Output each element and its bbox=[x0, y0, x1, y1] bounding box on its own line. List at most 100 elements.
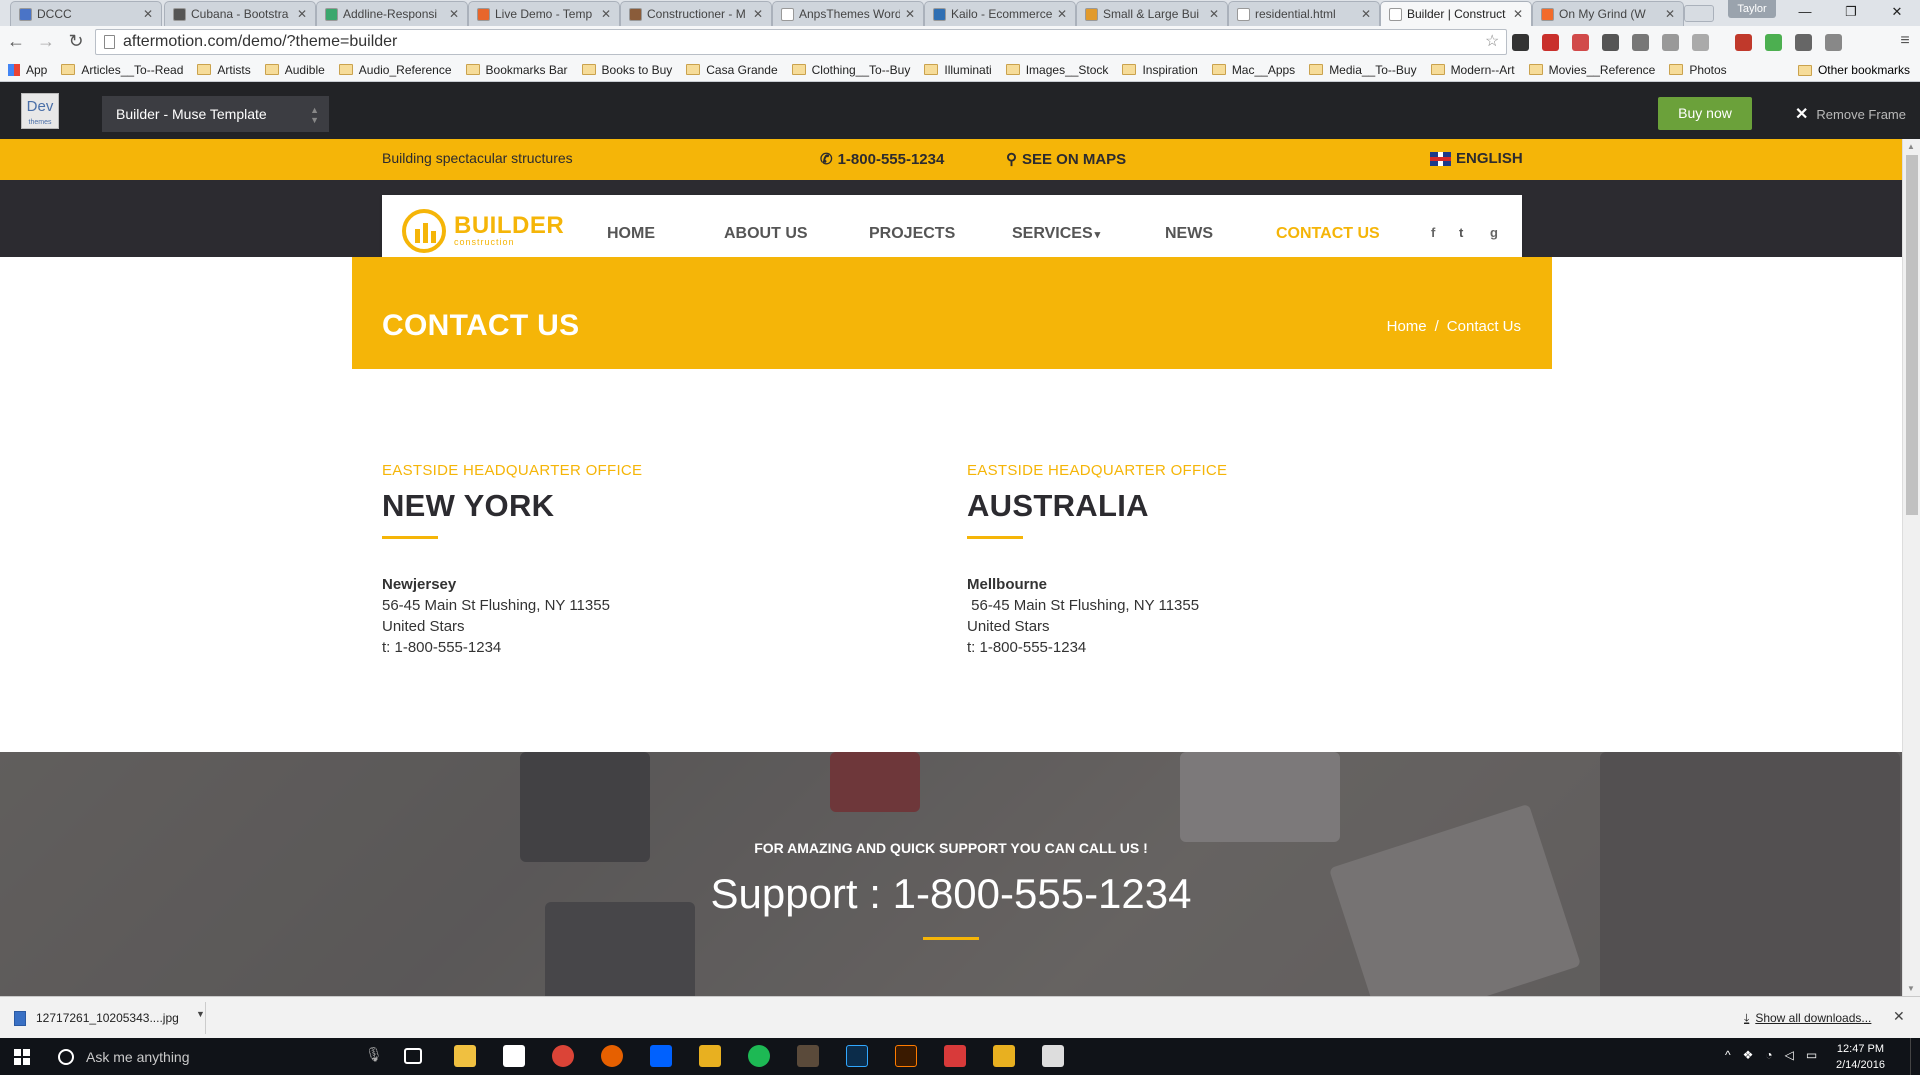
bookmark-item[interactable]: Books to Buy bbox=[581, 63, 672, 77]
browser-tab[interactable]: Builder | Construct ✕ bbox=[1380, 1, 1532, 26]
show-all-downloads-link[interactable]: ⤓ Show all downloads... bbox=[1744, 1011, 1871, 1026]
language-switcher[interactable]: ENGLISH bbox=[1430, 150, 1523, 167]
breadcrumb-home[interactable]: Home bbox=[1387, 318, 1427, 335]
buy-now-button[interactable]: Buy now bbox=[1658, 97, 1752, 130]
minimize-icon[interactable]: — bbox=[1782, 0, 1828, 26]
tab-close-icon[interactable]: ✕ bbox=[1209, 7, 1219, 21]
system-clock[interactable]: 12:47 PM 2/14/2016 bbox=[1836, 1041, 1885, 1073]
show-desktop-button[interactable] bbox=[1910, 1038, 1920, 1075]
nav-contact-us[interactable]: CONTACT US bbox=[1276, 225, 1380, 243]
spotify-icon[interactable] bbox=[748, 1045, 770, 1067]
bookmark-item[interactable]: Images__Stock bbox=[1005, 63, 1108, 77]
nav-about-us[interactable]: ABOUT US bbox=[724, 225, 808, 243]
task-view-icon[interactable] bbox=[404, 1048, 422, 1064]
app-icon[interactable] bbox=[797, 1045, 819, 1067]
dropbox-icon[interactable] bbox=[650, 1045, 672, 1067]
extension-icon[interactable] bbox=[1692, 34, 1709, 51]
facebook-icon[interactable]: f bbox=[1431, 225, 1435, 240]
dropbox-tray-icon[interactable]: ❖ bbox=[1743, 1048, 1754, 1062]
nav-home[interactable]: HOME bbox=[607, 225, 655, 243]
extension-icon[interactable] bbox=[1512, 34, 1529, 51]
extension-icon[interactable] bbox=[1662, 34, 1679, 51]
close-window-icon[interactable]: ✕ bbox=[1874, 0, 1920, 26]
bookmark-item[interactable]: Inspiration bbox=[1122, 63, 1198, 77]
devthemes-logo[interactable]: Dev themes bbox=[21, 93, 59, 129]
google-plus-icon[interactable]: g bbox=[1490, 225, 1498, 240]
star-icon[interactable]: ☆ bbox=[1485, 34, 1499, 50]
illustrator-icon[interactable] bbox=[895, 1045, 917, 1067]
download-item[interactable]: 12717261_10205343....jpg bbox=[6, 1002, 206, 1034]
twitter-icon[interactable]: t bbox=[1459, 225, 1463, 240]
file-explorer-icon[interactable] bbox=[454, 1045, 476, 1067]
nav-news[interactable]: NEWS bbox=[1165, 225, 1213, 243]
maps-link[interactable]: ⚲ SEE ON MAPS bbox=[1006, 150, 1126, 169]
extension-icon[interactable] bbox=[1632, 34, 1649, 51]
volume-icon[interactable]: ◁ bbox=[1785, 1048, 1794, 1062]
bookmark-item[interactable]: Modern--Art bbox=[1430, 63, 1515, 77]
extension-icon[interactable] bbox=[1735, 34, 1752, 51]
forward-icon[interactable]: → bbox=[34, 30, 58, 54]
microphone-icon[interactable]: 🎙 bbox=[365, 1046, 387, 1068]
other-bookmarks[interactable]: Other bookmarks bbox=[1797, 58, 1910, 82]
bookmark-item[interactable]: Audible bbox=[264, 63, 325, 77]
phone-link[interactable]: ✆ 1-800-555-1234 bbox=[820, 150, 944, 169]
page-scrollbar[interactable]: ▲ ▼ bbox=[1902, 139, 1920, 996]
keyboard-icon[interactable]: ▭ bbox=[1806, 1048, 1817, 1062]
store-icon[interactable] bbox=[503, 1045, 525, 1067]
bookmark-item[interactable]: Bookmarks Bar bbox=[465, 63, 568, 77]
extension-icon[interactable] bbox=[1795, 34, 1812, 51]
chevron-down-icon[interactable]: ▼ bbox=[196, 1009, 205, 1019]
reload-icon[interactable]: ↻ bbox=[64, 30, 88, 54]
tab-close-icon[interactable]: ✕ bbox=[1361, 7, 1371, 21]
back-icon[interactable]: ← bbox=[4, 30, 28, 54]
new-tab-button[interactable] bbox=[1684, 5, 1714, 22]
firefox-icon[interactable] bbox=[601, 1045, 623, 1067]
browser-tab[interactable]: Small & Large Bui ✕ bbox=[1076, 1, 1228, 26]
pocket-extension-icon[interactable] bbox=[1572, 34, 1589, 51]
bookmark-item[interactable]: Clothing__To--Buy bbox=[791, 63, 910, 77]
browser-tab[interactable]: residential.html ✕ bbox=[1228, 1, 1380, 26]
sketch-icon[interactable] bbox=[699, 1045, 721, 1067]
tab-close-icon[interactable]: ✕ bbox=[1513, 7, 1523, 21]
tab-close-icon[interactable]: ✕ bbox=[601, 7, 611, 21]
app-icon[interactable] bbox=[944, 1045, 966, 1067]
browser-tab[interactable]: On My Grind (W ✕ bbox=[1532, 1, 1684, 26]
gmail-extension-icon[interactable] bbox=[1542, 34, 1559, 51]
cortana-search[interactable]: Ask me anything bbox=[46, 1038, 386, 1075]
browser-tab[interactable]: DCCC ✕ bbox=[10, 1, 162, 26]
bookmark-item[interactable]: App bbox=[8, 63, 47, 77]
bookmark-item[interactable]: Illuminati bbox=[924, 63, 992, 77]
browser-tab[interactable]: Constructioner - M ✕ bbox=[620, 1, 772, 26]
tab-close-icon[interactable]: ✕ bbox=[297, 7, 307, 21]
windows-start-icon[interactable] bbox=[14, 1049, 31, 1066]
scrollbar-thumb[interactable] bbox=[1906, 155, 1918, 515]
nav-services[interactable]: SERVICES ▾ bbox=[1012, 225, 1100, 243]
theme-select[interactable]: Builder - Muse Template ▲ ▼ bbox=[102, 96, 329, 132]
bookmark-item[interactable]: Photos bbox=[1669, 63, 1727, 77]
tab-close-icon[interactable]: ✕ bbox=[1665, 7, 1675, 21]
bookmark-item[interactable]: Mac__Apps bbox=[1211, 63, 1295, 77]
scroll-down-icon[interactable]: ▼ bbox=[1907, 984, 1915, 993]
browser-tab[interactable]: Addline-Responsi ✕ bbox=[316, 1, 468, 26]
bookmark-item[interactable]: Articles__To--Read bbox=[61, 63, 183, 77]
tab-close-icon[interactable]: ✕ bbox=[1057, 7, 1067, 21]
extension-icon[interactable] bbox=[1602, 34, 1619, 51]
scroll-up-icon[interactable]: ▲ bbox=[1907, 142, 1915, 151]
bookmark-item[interactable]: Movies__Reference bbox=[1528, 63, 1655, 77]
tab-close-icon[interactable]: ✕ bbox=[905, 7, 915, 21]
bookmark-item[interactable]: Artists bbox=[197, 63, 251, 77]
close-icon[interactable]: ✕ bbox=[1893, 1008, 1905, 1025]
browser-tab[interactable]: Cubana - Bootstra ✕ bbox=[164, 1, 316, 26]
bookmark-item[interactable]: Casa Grande bbox=[686, 63, 778, 77]
bookmark-item[interactable]: Media__To--Buy bbox=[1309, 63, 1417, 77]
nav-projects[interactable]: PROJECTS bbox=[869, 225, 955, 243]
bookmark-item[interactable]: Audio_Reference bbox=[338, 63, 452, 77]
remove-frame-button[interactable]: ✕ Remove Frame bbox=[1795, 104, 1906, 124]
chrome-icon[interactable] bbox=[552, 1045, 574, 1067]
tab-close-icon[interactable]: ✕ bbox=[143, 7, 153, 21]
tab-close-icon[interactable]: ✕ bbox=[449, 7, 459, 21]
tab-close-icon[interactable]: ✕ bbox=[753, 7, 763, 21]
network-icon[interactable]: ◔ bbox=[1765, 1048, 1772, 1062]
extension-icon[interactable] bbox=[1765, 34, 1782, 51]
browser-tab[interactable]: AnpsThemes Word ✕ bbox=[772, 1, 924, 26]
